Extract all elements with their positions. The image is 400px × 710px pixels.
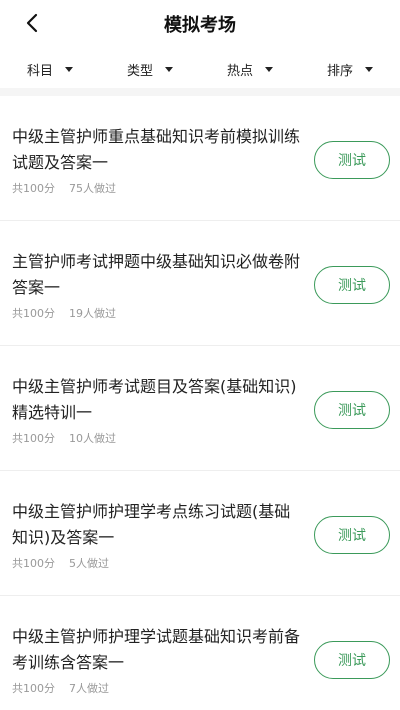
exam-meta: 共100分 7人做过 — [12, 680, 109, 696]
caret-down-icon — [265, 66, 273, 72]
filter-label: 类型 — [126, 63, 153, 79]
section-divider — [0, 88, 400, 96]
caret-down-icon — [65, 66, 73, 72]
filter-bar: 科目 类型 热点 排序 — [0, 50, 400, 88]
exam-taken-count: 19人做过 — [69, 307, 116, 320]
test-button[interactable]: 测试 — [314, 516, 390, 554]
exam-score: 共100分 — [12, 307, 55, 320]
filter-hot[interactable]: 热点 — [200, 50, 300, 88]
exam-title[interactable]: 中级主管护师考试题目及答案(基础知识)精选特训一 — [12, 374, 302, 426]
exam-title[interactable]: 主管护师考试押题中级基础知识必做卷附答案一 — [12, 249, 302, 301]
exam-meta: 共100分 75人做过 — [12, 180, 116, 196]
exam-taken-count: 5人做过 — [69, 557, 109, 570]
list-item: 主管护师考试押题中级基础知识必做卷附答案一 共100分 19人做过 测试 — [0, 221, 400, 346]
filter-subject[interactable]: 科目 — [0, 50, 100, 88]
filter-label: 热点 — [226, 63, 253, 79]
test-button[interactable]: 测试 — [314, 391, 390, 429]
test-button[interactable]: 测试 — [314, 141, 390, 179]
exam-score: 共100分 — [12, 557, 55, 570]
exam-meta: 共100分 5人做过 — [12, 555, 109, 571]
exam-meta: 共100分 19人做过 — [12, 305, 116, 321]
list-item: 中级主管护师护理学试题基础知识考前备考训练含答案一 共100分 7人做过 测试 — [0, 596, 400, 710]
caret-down-icon — [165, 66, 173, 72]
test-button[interactable]: 测试 — [314, 641, 390, 679]
list-item: 中级主管护师重点基础知识考前模拟训练试题及答案一 共100分 75人做过 测试 — [0, 96, 400, 221]
filter-type[interactable]: 类型 — [100, 50, 200, 88]
filter-label: 排序 — [326, 63, 353, 79]
exam-taken-count: 10人做过 — [69, 432, 116, 445]
test-button[interactable]: 测试 — [314, 266, 390, 304]
filter-sort[interactable]: 排序 — [300, 50, 400, 88]
list-item: 中级主管护师护理学考点练习试题(基础知识)及答案一 共100分 5人做过 测试 — [0, 471, 400, 596]
exam-taken-count: 75人做过 — [69, 182, 116, 195]
page-title: 模拟考场 — [164, 15, 236, 36]
exam-score: 共100分 — [12, 432, 55, 445]
exam-title[interactable]: 中级主管护师护理学试题基础知识考前备考训练含答案一 — [12, 624, 302, 676]
exam-taken-count: 7人做过 — [69, 682, 109, 695]
exam-title[interactable]: 中级主管护师重点基础知识考前模拟训练试题及答案一 — [12, 124, 302, 176]
caret-down-icon — [365, 66, 373, 72]
exam-score: 共100分 — [12, 182, 55, 195]
exam-meta: 共100分 10人做过 — [12, 430, 116, 446]
filter-label: 科目 — [26, 63, 53, 79]
exam-title[interactable]: 中级主管护师护理学考点练习试题(基础知识)及答案一 — [12, 499, 302, 551]
app-header: 模拟考场 — [0, 0, 400, 46]
exam-score: 共100分 — [12, 682, 55, 695]
list-item: 中级主管护师考试题目及答案(基础知识)精选特训一 共100分 10人做过 测试 — [0, 346, 400, 471]
exam-list: 中级主管护师重点基础知识考前模拟训练试题及答案一 共100分 75人做过 测试 主… — [0, 96, 400, 710]
